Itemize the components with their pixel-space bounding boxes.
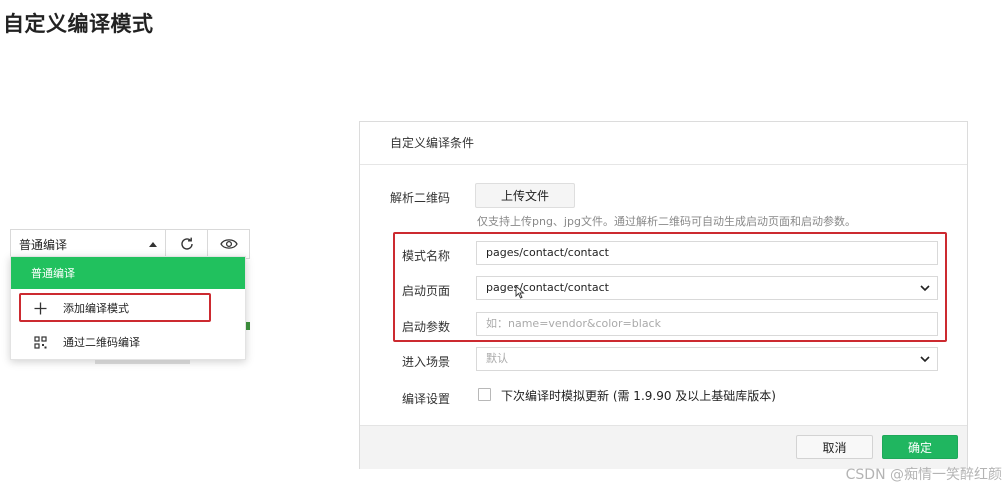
caret-up-icon (149, 241, 157, 247)
eye-icon (219, 239, 238, 249)
dialog-footer (360, 425, 967, 469)
custom-compile-dialog: 自定义编译条件 解析二维码 上传文件 仅支持上传png、jpg文件。通过解析二维… (359, 121, 968, 469)
qr-label: 解析二维码 (390, 191, 451, 205)
compile-mode-select[interactable]: 普通编译 (11, 230, 165, 258)
upload-hint: 仅支持上传png、jpg文件。通过解析二维码可自动生成启动页面和启动参数。 (477, 215, 856, 228)
refresh-icon (180, 237, 193, 250)
cancel-button[interactable]: 取消 (796, 435, 873, 459)
dropdown-item-qrcode-compile[interactable]: 通过二维码编译 (11, 327, 245, 357)
compile-mode-value: 普通编译 (19, 237, 68, 252)
refresh-button[interactable] (165, 230, 207, 258)
dropdown-item-normal-compile[interactable]: 普通编译 (11, 257, 245, 289)
chevron-down-icon (920, 356, 930, 363)
decorative-mark (246, 322, 250, 330)
scene-value: 默认 (486, 352, 508, 365)
upload-file-button[interactable]: 上传文件 (475, 183, 575, 208)
compile-toolbar: 普通编译 (10, 229, 250, 259)
watermark: CSDN @痴情一笑醉红颜 (845, 467, 1002, 483)
dropdown-item-label: 通过二维码编译 (63, 336, 140, 349)
page-title: 自定义编译模式 (3, 12, 154, 36)
preview-button[interactable] (207, 230, 249, 258)
simulate-update-label: 下次编译时模拟更新 (需 1.9.90 及以上基础库版本) (501, 389, 776, 403)
highlight-box-add-mode (19, 293, 211, 322)
scene-label: 进入场景 (402, 355, 451, 369)
decorative-underline (95, 360, 190, 364)
dropdown-item-label: 普通编译 (31, 267, 75, 280)
highlight-box-form (393, 232, 947, 342)
compile-settings-label: 编译设置 (402, 392, 451, 406)
dialog-title: 自定义编译条件 (360, 122, 967, 165)
qrcode-icon (33, 335, 47, 349)
scene-select[interactable]: 默认 (476, 347, 938, 371)
ok-button[interactable]: 确定 (882, 435, 958, 459)
simulate-update-checkbox[interactable] (478, 388, 491, 401)
